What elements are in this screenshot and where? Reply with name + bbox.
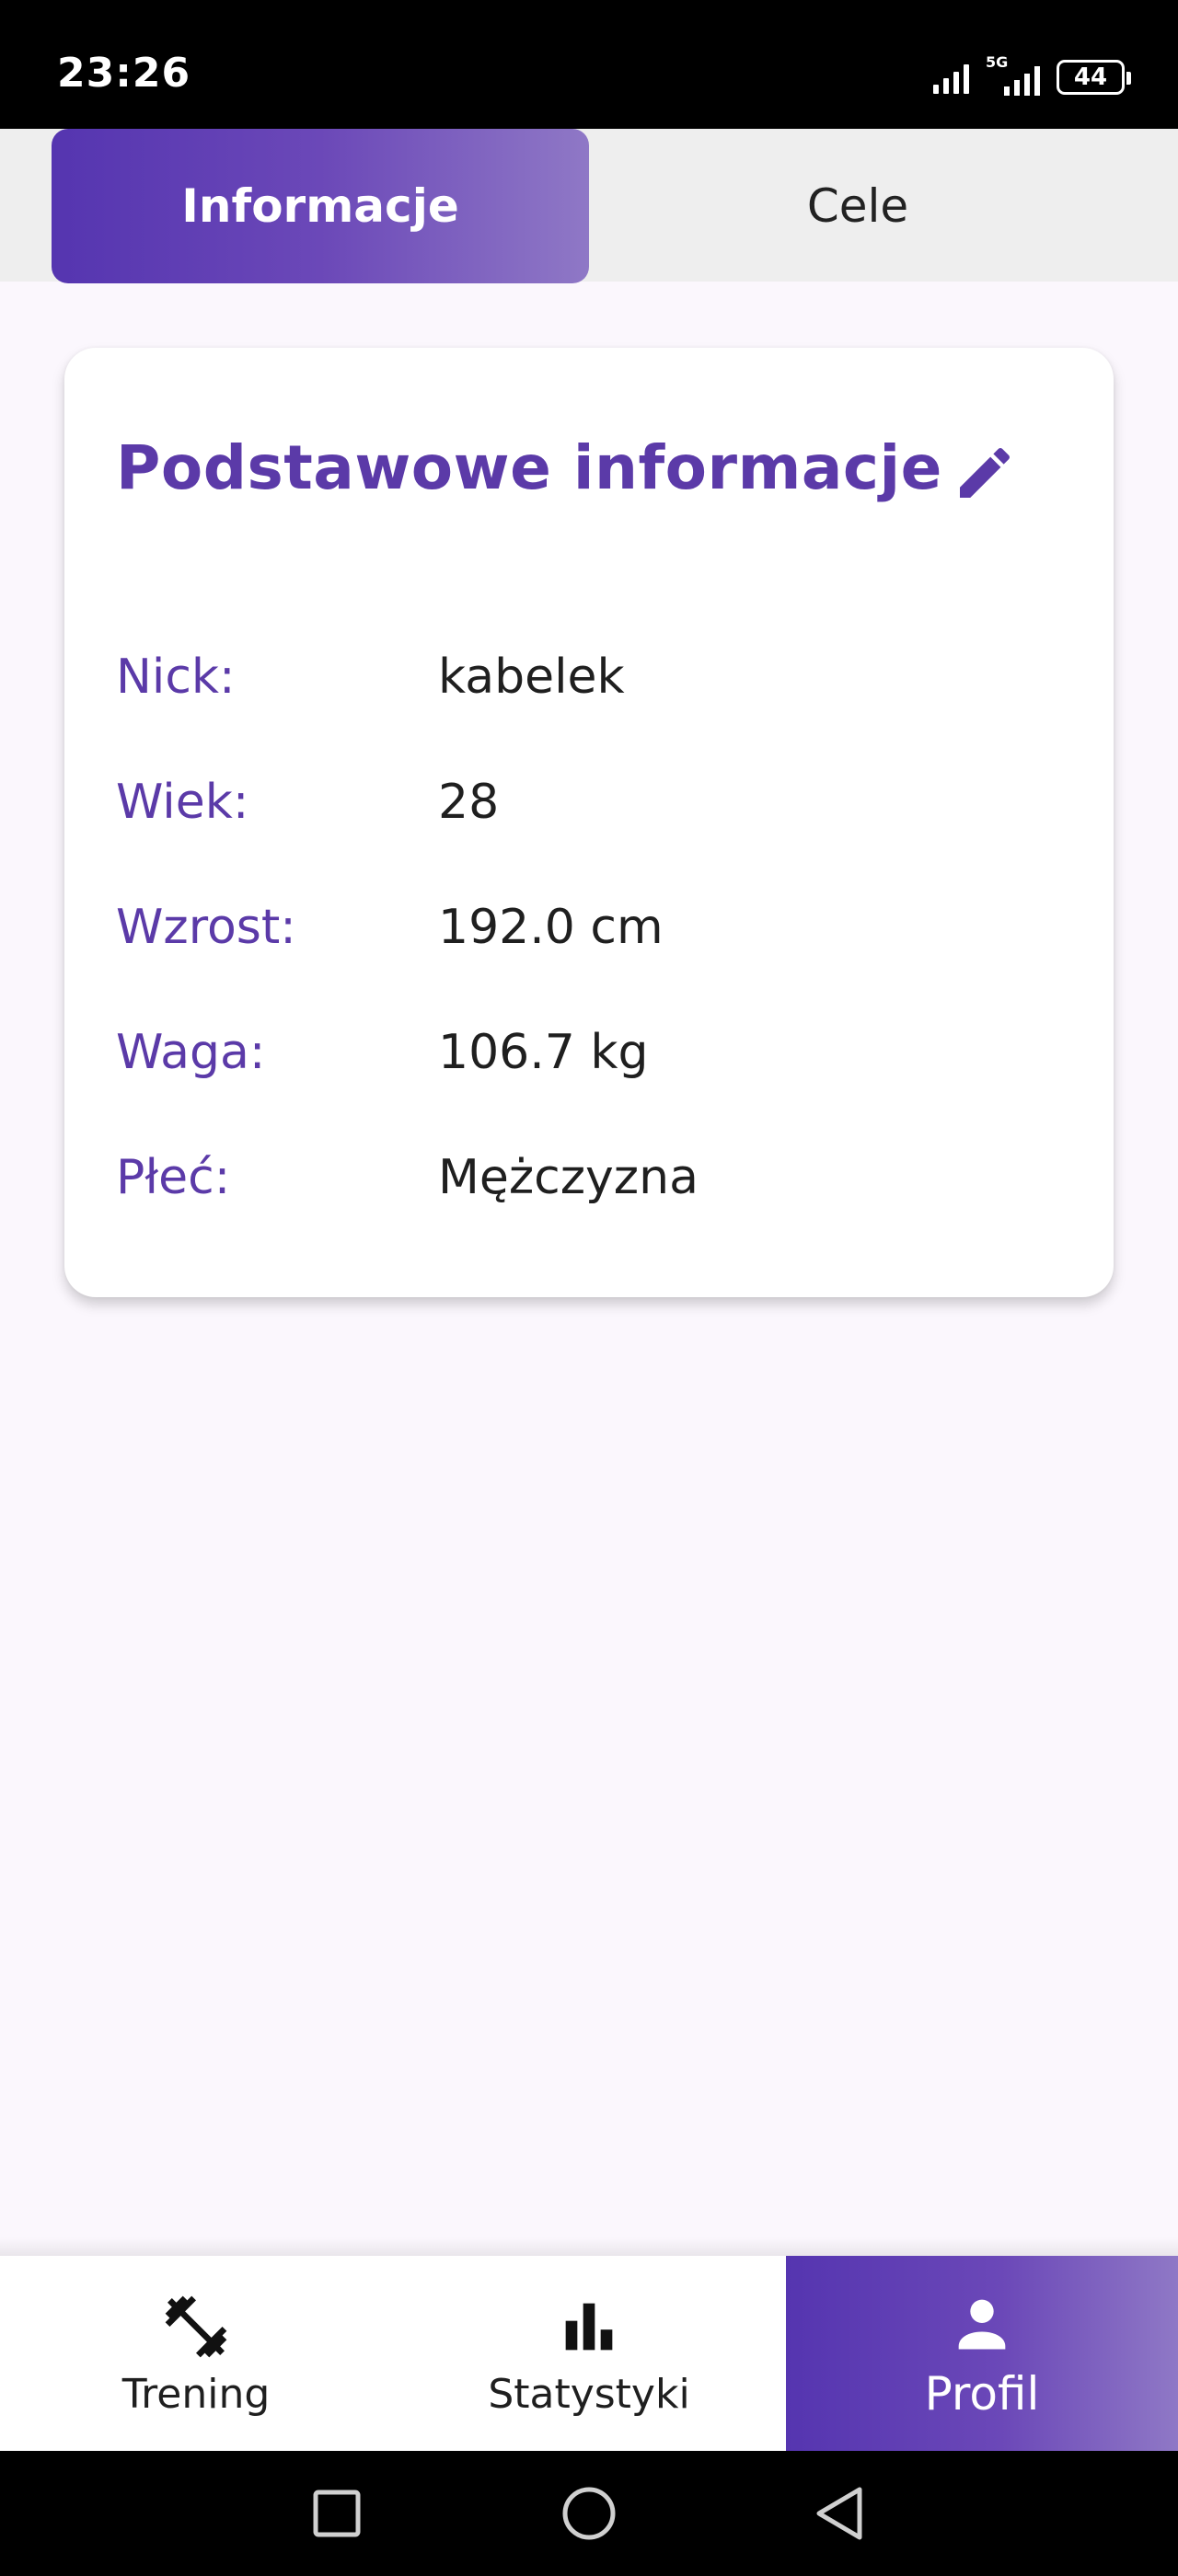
network-label: 5G — [986, 53, 1009, 71]
info-value: 192.0 cm — [438, 900, 664, 955]
card-title: Podstawowe informacje — [116, 432, 942, 503]
info-label: Płeć: — [116, 1150, 231, 1205]
info-row-wzrost: Wzrost: 192.0 cm — [116, 900, 1036, 973]
nav-item-statystyki[interactable]: Statystyki — [392, 2256, 786, 2451]
info-row-nick: Nick: kabelek — [116, 650, 1036, 723]
5g-signal-icon: 5G — [986, 53, 1040, 96]
nav-label-profil: Profil — [924, 2367, 1040, 2421]
status-icons: 5G 44 — [933, 53, 1131, 98]
info-value: Mężczyzna — [438, 1150, 699, 1205]
circle-icon — [562, 2487, 616, 2540]
battery-level: 44 — [1073, 63, 1108, 91]
info-value: 106.7 kg — [438, 1025, 649, 1080]
info-value: kabelek — [438, 650, 625, 705]
status-bar: 23:26 5G 44 — [0, 0, 1178, 129]
profile-screen: 23:26 5G 44 Informacje Cele Podstawowe i… — [0, 0, 1178, 2576]
info-label: Nick: — [116, 650, 236, 705]
info-label: Wiek: — [116, 775, 249, 830]
nav-item-profil[interactable]: Profil — [786, 2256, 1178, 2451]
edit-button[interactable] — [939, 427, 1031, 519]
square-icon — [313, 2490, 361, 2537]
info-value: 28 — [438, 775, 500, 830]
tab-cele-label: Cele — [806, 179, 909, 233]
tab-informacje[interactable]: Informacje — [52, 129, 589, 283]
home-button[interactable] — [558, 2482, 620, 2545]
tab-cele[interactable]: Cele — [589, 129, 1126, 283]
nav-item-trening[interactable]: Trening — [0, 2256, 392, 2451]
nav-label-trening: Trening — [121, 2370, 271, 2418]
basic-info-card: Podstawowe informacje Nick: kabelek Wiek… — [64, 348, 1114, 1297]
recent-apps-button[interactable] — [306, 2482, 368, 2545]
tab-informacje-label: Informacje — [181, 179, 459, 233]
bottom-nav-shadow — [0, 2237, 1178, 2258]
info-row-waga: Waga: 106.7 kg — [116, 1025, 1036, 1098]
signal-icon — [933, 61, 969, 94]
back-button[interactable] — [808, 2482, 871, 2545]
info-row-wiek: Wiek: 28 — [116, 775, 1036, 848]
triangle-back-icon — [816, 2487, 862, 2540]
info-label: Wzrost: — [116, 900, 296, 955]
system-nav-bar — [0, 2451, 1178, 2576]
dumbbell-icon — [159, 2290, 233, 2363]
bar-chart-icon — [554, 2290, 624, 2363]
nav-label-statystyki: Statystyki — [488, 2370, 690, 2418]
person-icon — [947, 2286, 1017, 2360]
pencil-icon — [960, 447, 1011, 498]
battery-icon: 44 — [1057, 60, 1131, 95]
bottom-nav: Trening Statystyki Profil — [0, 2256, 1178, 2451]
status-time: 23:26 — [57, 50, 191, 97]
info-label: Waga: — [116, 1025, 266, 1080]
info-row-plec: Płeć: Mężczyzna — [116, 1150, 1036, 1224]
